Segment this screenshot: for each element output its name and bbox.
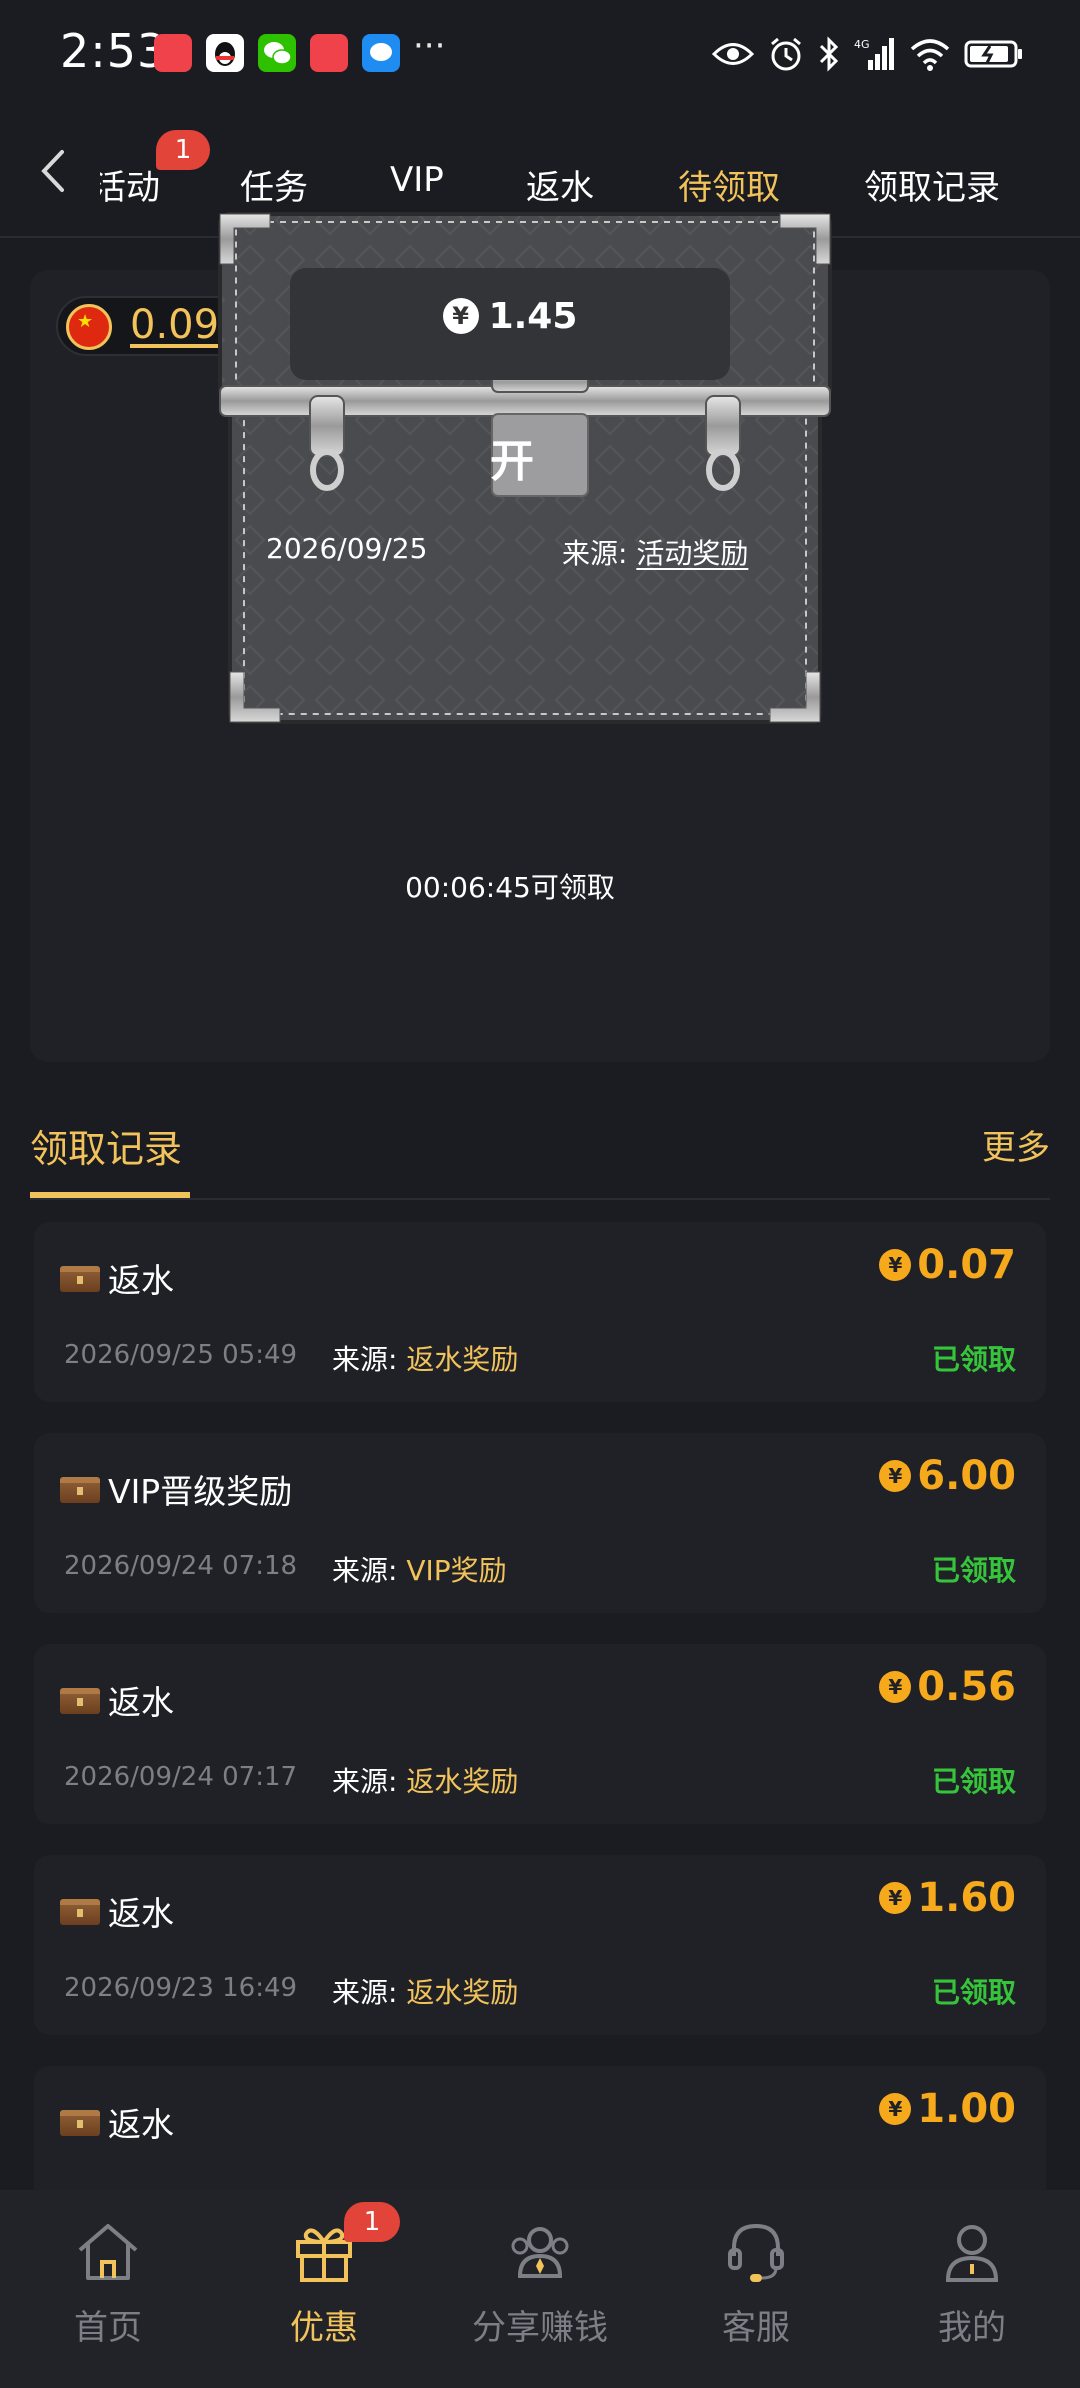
item-date: 2026/09/24 07:17 xyxy=(64,1762,298,1792)
back-arrow-icon[interactable] xyxy=(34,146,74,196)
system-icons: 4G xyxy=(712,34,1024,74)
chest-icon xyxy=(60,1899,100,1925)
item-title: 返水 xyxy=(108,1683,174,1722)
item-title: 返水 xyxy=(108,1894,174,1933)
yen-icon: ¥ xyxy=(879,1671,912,1703)
item-source: 来源: 返水奖励 xyxy=(332,1343,519,1376)
bluetooth-icon xyxy=(819,36,839,72)
list-item[interactable]: 返水 ¥0.07 2026/09/25 05:49 来源: 返水奖励 已领取 xyxy=(34,1222,1046,1402)
list-item[interactable]: VIP晋级奖励 ¥6.00 2026/09/24 07:18 来源: VIP奖励… xyxy=(34,1433,1046,1613)
nav-profile[interactable]: 我的 xyxy=(864,2190,1080,2388)
alarm-icon xyxy=(771,37,801,71)
more-notifications-icon: ··· xyxy=(413,26,446,66)
chest-amount-display: ¥1.45 xyxy=(290,268,730,380)
headset-icon xyxy=(728,2223,784,2282)
claim-records-title: 领取记录 xyxy=(30,1127,183,1171)
nav-support-label: 客服 xyxy=(722,2308,790,2348)
wechat-app-icon xyxy=(258,34,296,72)
item-title: 返水 xyxy=(108,2105,174,2144)
yen-icon: ¥ xyxy=(879,2093,912,2125)
bottom-nav: 首页 1 优惠 分享赚钱 客服 我的 xyxy=(0,2190,1080,2388)
nav-share-earn-label: 分享赚钱 xyxy=(472,2308,608,2348)
yen-icon: ¥ xyxy=(879,1460,912,1492)
nav-badge: 1 xyxy=(344,2202,400,2242)
yen-icon: ¥ xyxy=(879,1882,912,1914)
message-app-icon xyxy=(362,34,400,72)
chest-date: 2026/09/25 xyxy=(266,532,428,565)
item-amount: ¥1.60 xyxy=(879,1875,1016,1921)
item-status: 已领取 xyxy=(931,1976,1016,2009)
share-earn-icon xyxy=(511,2227,569,2278)
nav-support[interactable]: 客服 xyxy=(648,2190,864,2388)
item-date: 2026/09/24 07:18 xyxy=(64,1551,298,1581)
chest-source-label: 来源: xyxy=(562,537,628,570)
nav-promotions-label: 优惠 xyxy=(290,2308,358,2348)
china-flag-icon: ★ xyxy=(66,304,112,350)
item-source: 来源: 返水奖励 xyxy=(332,1765,519,1798)
more-link[interactable]: 更多 xyxy=(982,1120,1050,1169)
item-status: 已领取 xyxy=(931,1343,1016,1376)
item-status: 已领取 xyxy=(931,1554,1016,1587)
chest-icon xyxy=(60,1477,100,1503)
chest-amount-value: 1.45 xyxy=(488,296,578,337)
item-amount: ¥6.00 xyxy=(879,1453,1016,1499)
nav-share-earn[interactable]: 分享赚钱 xyxy=(432,2190,648,2388)
chest-source-link[interactable]: 活动奖励 xyxy=(636,537,748,570)
qq-app-icon xyxy=(206,34,244,72)
home-icon xyxy=(78,2224,138,2280)
profile-icon xyxy=(945,2225,999,2282)
open-chest-button[interactable]: 开 xyxy=(464,422,560,502)
tab-claim-history[interactable]: 领取记录 xyxy=(864,160,1000,209)
nav-home-label: 首页 xyxy=(74,2308,142,2348)
chest-icon xyxy=(60,2110,100,2136)
chest-icon xyxy=(60,1688,100,1714)
wifi-icon xyxy=(910,39,950,71)
yen-icon: ¥ xyxy=(879,1249,912,1281)
nav-profile-label: 我的 xyxy=(938,2308,1006,2348)
tab-vip[interactable]: VIP xyxy=(390,160,444,200)
chest-icon xyxy=(60,1266,100,1292)
battery-icon xyxy=(964,40,1022,68)
item-date: 2026/09/25 05:49 xyxy=(64,1340,298,1370)
svg-text:4G: 4G xyxy=(854,38,870,51)
item-amount: ¥1.00 xyxy=(879,2086,1016,2132)
item-title: 返水 xyxy=(108,1261,174,1300)
item-amount: ¥0.07 xyxy=(879,1242,1016,1288)
shopping-app-icon xyxy=(310,34,348,72)
item-title: VIP晋级奖励 xyxy=(108,1472,293,1511)
item-status: 已领取 xyxy=(931,1765,1016,1798)
tab-badge: 1 xyxy=(156,130,210,170)
eye-icon xyxy=(712,43,754,65)
tab-activity[interactable]: 活动 xyxy=(100,160,160,209)
item-date: 2026/09/23 16:49 xyxy=(64,1973,298,2003)
claim-records-header: 领取记录 更多 xyxy=(30,1112,1050,1200)
item-amount: ¥0.56 xyxy=(879,1664,1016,1710)
yen-icon: ¥ xyxy=(442,298,479,334)
signal-icon: 4G xyxy=(854,38,894,70)
item-source: 来源: VIP奖励 xyxy=(332,1554,507,1587)
chest-source: 来源: 活动奖励 xyxy=(562,532,748,572)
chest-amount: ¥1.45 xyxy=(290,296,730,337)
nav-home[interactable]: 首页 xyxy=(0,2190,216,2388)
list-item[interactable]: 返水 ¥1.60 2026/09/23 16:49 来源: 返水奖励 已领取 xyxy=(34,1855,1046,2035)
records-title-underline xyxy=(30,1192,190,1198)
status-time: 2:53 xyxy=(60,24,168,78)
chest-countdown: 00:06:45可领取 xyxy=(405,871,615,904)
status-bar: 2:53 ··· 4G xyxy=(0,0,1080,110)
nav-promotions[interactable]: 1 优惠 xyxy=(216,2190,432,2388)
item-source: 来源: 返水奖励 xyxy=(332,1976,519,2009)
list-item[interactable]: 返水 ¥0.56 2026/09/24 07:17 来源: 返水奖励 已领取 xyxy=(34,1644,1046,1824)
shopping-app-icon xyxy=(154,34,192,72)
